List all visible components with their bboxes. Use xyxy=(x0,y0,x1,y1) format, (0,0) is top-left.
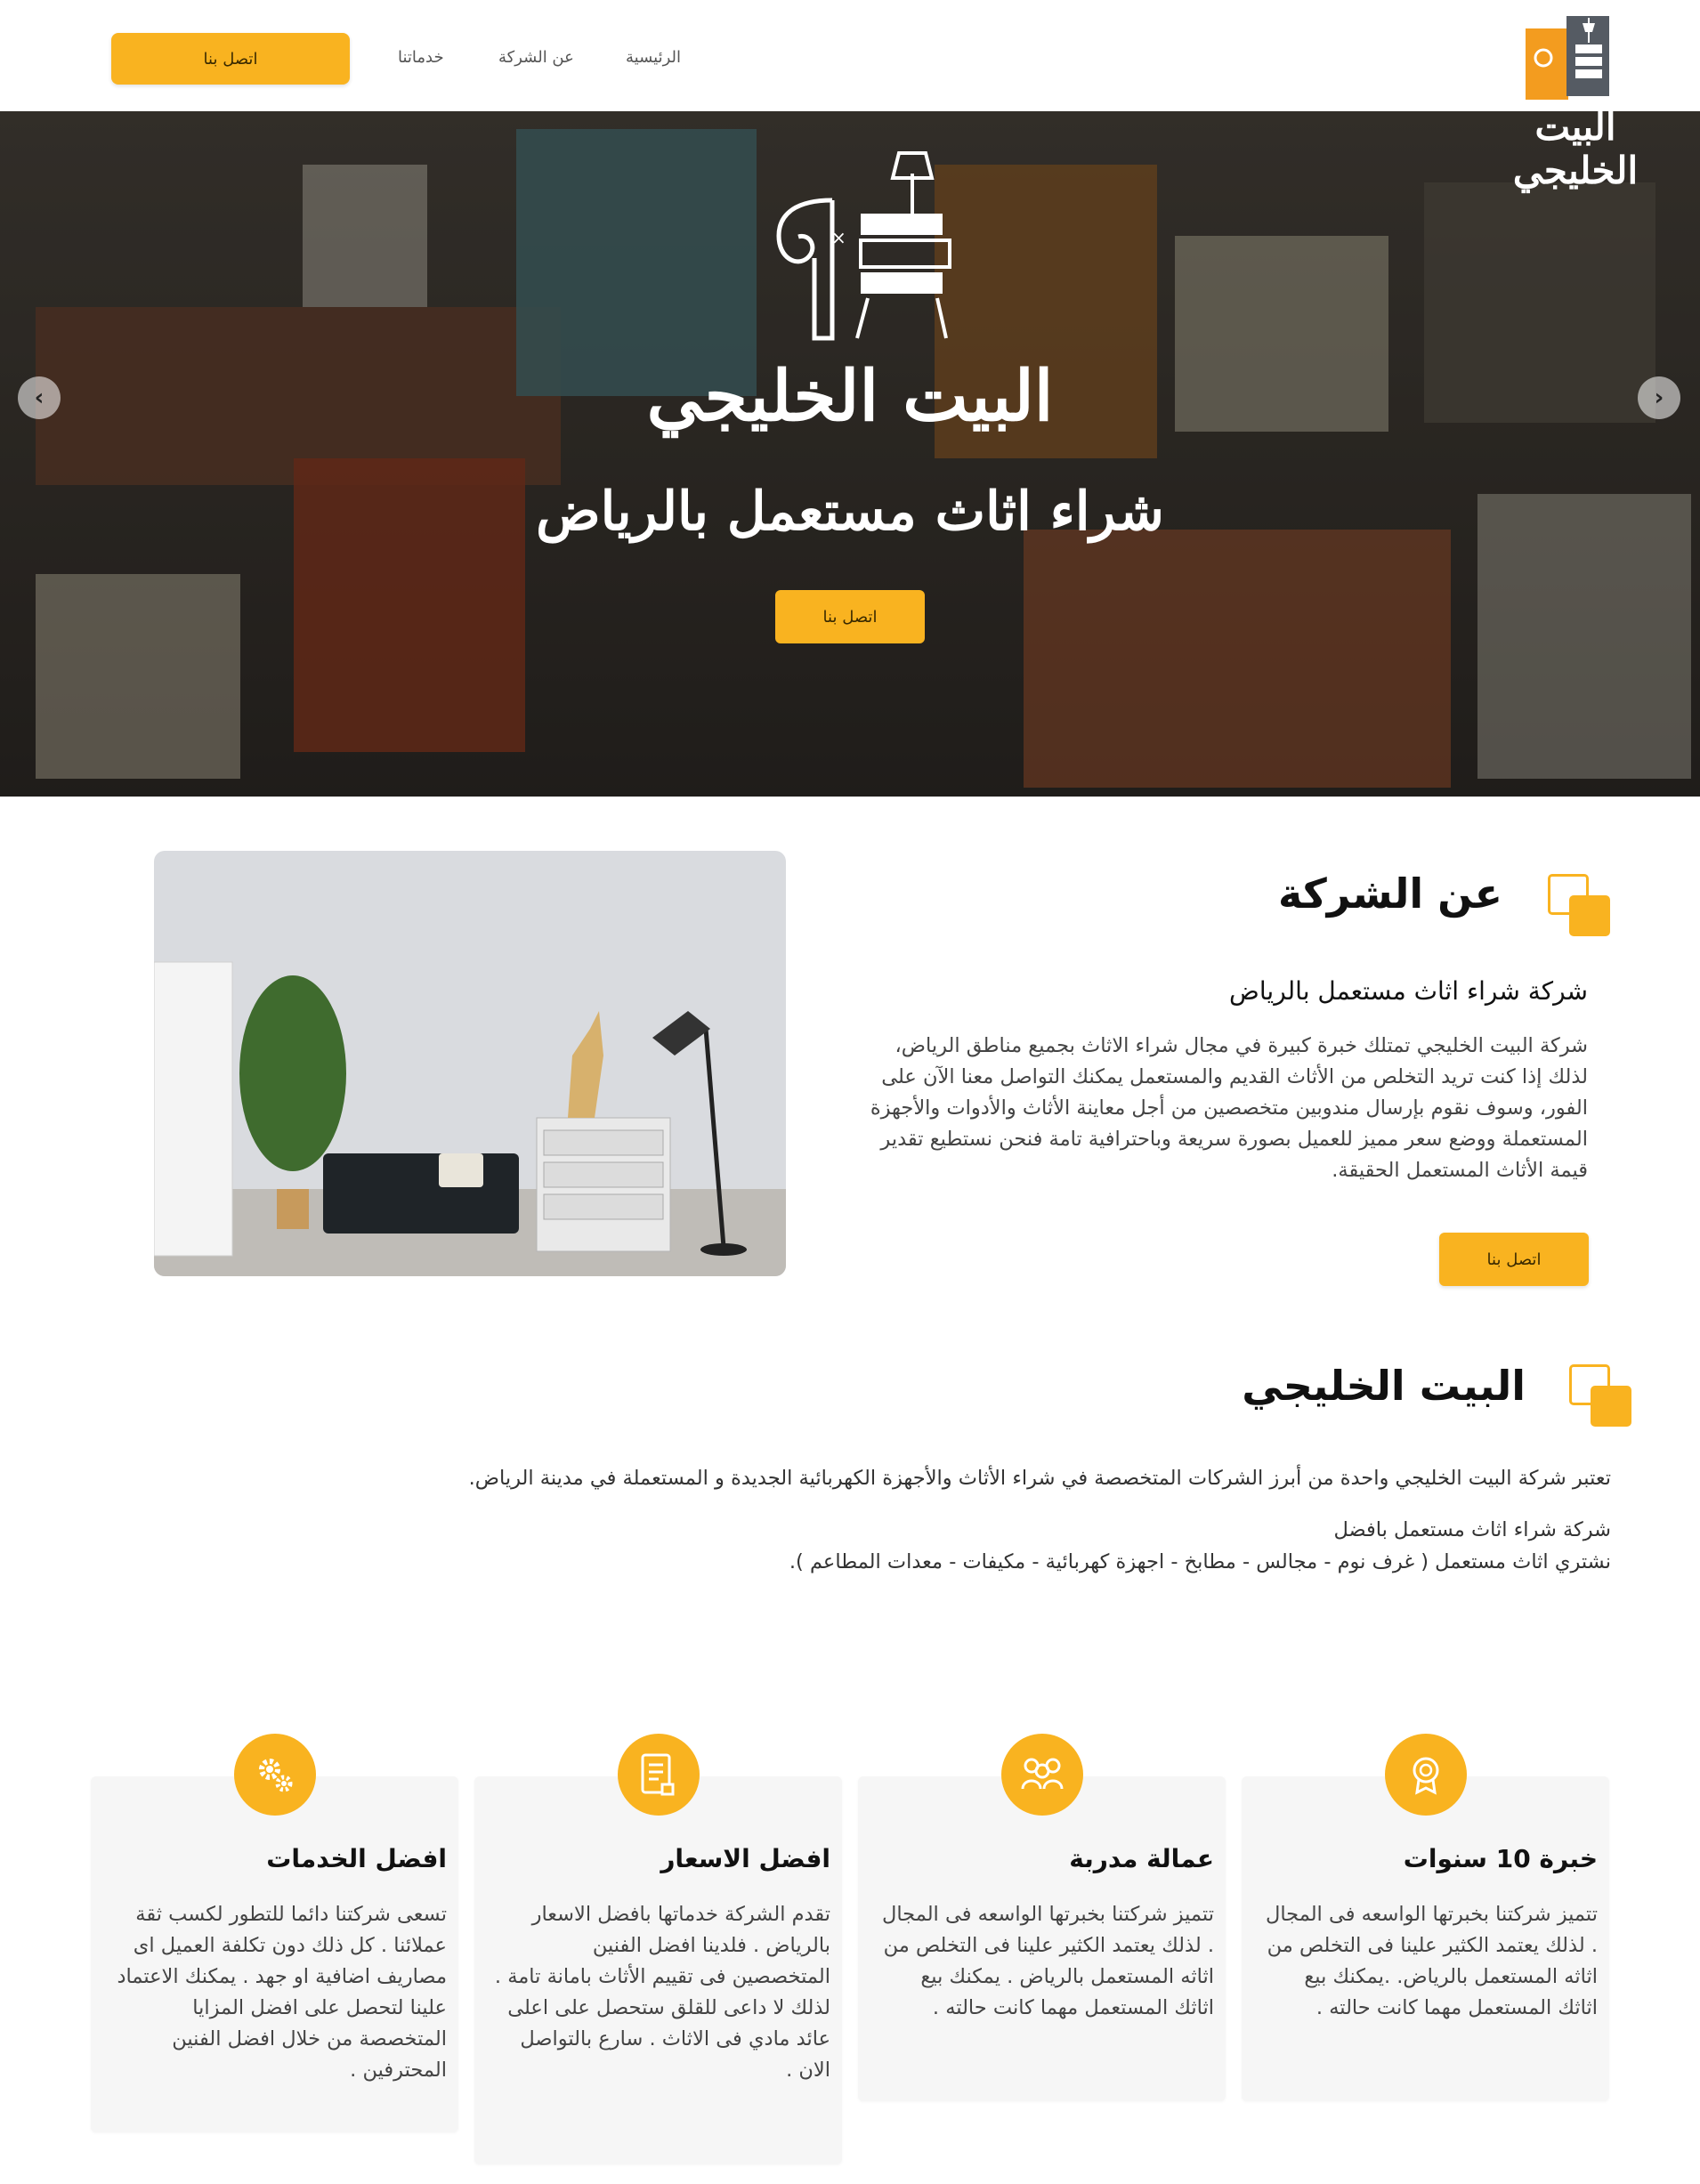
brand-title: البيت الخليجي xyxy=(1242,1362,1526,1410)
logo-icon[interactable] xyxy=(1524,9,1613,102)
chevron-left-icon: ‹ xyxy=(34,384,45,411)
brand-line-1: شركة شراء اثاث مستعمل بافضل xyxy=(1333,1518,1611,1541)
feature-title-experience: خبرة 10 سنوات xyxy=(1403,1844,1598,1873)
gears-icon xyxy=(234,1734,316,1816)
brand-line-2: نشتري اثاث مستعمل ( غرف نوم - مجالس - مط… xyxy=(789,1550,1611,1573)
team-icon xyxy=(1001,1734,1083,1816)
about-square-icon xyxy=(1548,874,1612,938)
price-document-icon xyxy=(618,1734,700,1816)
nav-link-home[interactable]: الرئيسية xyxy=(626,48,681,67)
site-header: اتصل بنا خدماتنا عن الشركة الرئيسية xyxy=(0,0,1700,111)
hero-headline: شراء اثاث مستعمل بالرياض xyxy=(536,481,1164,543)
feature-body-trained-labor: تتميز شركتنا بخبرتها الواسعه فى المجال .… xyxy=(881,1903,1214,2019)
hero-slider: × البيت الخليجي شراء اثاث مستعمل بالرياض… xyxy=(0,111,1700,797)
feature-body-experience: تتميز شركتنا بخبرتها الواسعه فى المجال .… xyxy=(1265,1903,1598,2019)
slider-prev-button[interactable]: ‹ xyxy=(18,376,61,419)
svg-text:×: × xyxy=(831,227,846,248)
about-title: عن الشركة xyxy=(1278,870,1502,918)
hero-brand-title: البيت الخليجي xyxy=(646,356,1054,437)
feature-title-trained-labor: عمالة مدربة xyxy=(1069,1844,1214,1873)
chevron-right-icon: › xyxy=(1654,384,1664,411)
feature-body-best-prices: تقدم الشركة خدماتها بافضل الاسعار بالريا… xyxy=(494,1903,830,2082)
feature-title-best-prices: افضل الاسعار xyxy=(660,1844,830,1873)
header-contact-button[interactable]: اتصل بنا xyxy=(111,33,350,85)
nav-link-about[interactable]: عن الشركة xyxy=(498,48,574,67)
about-subtitle: شركة شراء اثاث مستعمل بالرياض xyxy=(1229,976,1588,1006)
award-badge-icon xyxy=(1385,1734,1467,1816)
feature-body-best-services: تسعى شركتنا دائما للتطور لكسب ثقة عملائن… xyxy=(117,1903,447,2082)
brand-square-icon xyxy=(1569,1364,1633,1428)
brand-intro: تعتبر شركة البيت الخليجي واحدة من أبرز ا… xyxy=(468,1467,1611,1490)
about-description: شركة البيت الخليجي تمتلك خبرة كبيرة في م… xyxy=(870,1034,1588,1182)
about-contact-button[interactable]: اتصل بنا xyxy=(1439,1233,1589,1286)
hero-contact-button[interactable]: اتصل بنا xyxy=(775,590,925,643)
about-room-photo xyxy=(154,851,786,1276)
slider-next-button[interactable]: › xyxy=(1638,376,1680,419)
nav-link-services[interactable]: خدماتنا xyxy=(398,48,444,67)
hero-logo-icon: × xyxy=(776,151,951,341)
logo-wordmark: البيت الخليجي xyxy=(1512,105,1639,192)
feature-title-best-services: افضل الخدمات xyxy=(266,1844,447,1873)
